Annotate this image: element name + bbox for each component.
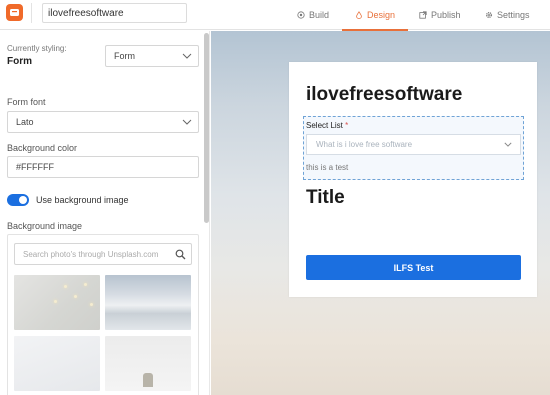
form-card: ilovefreesoftware Select List * What is … <box>289 62 537 297</box>
tab-design[interactable]: Design <box>341 0 409 31</box>
chevron-down-icon <box>182 119 192 125</box>
unsplash-photo-snow[interactable] <box>14 336 100 391</box>
unsplash-picker: Search photo's through Unsplash.com <box>7 234 199 395</box>
form-preview: ilovefreesoftware Select List * What is … <box>211 31 550 395</box>
background-color-value: #FFFFFF <box>16 162 54 172</box>
select-list-placeholder: What is i love free software <box>316 140 413 149</box>
tab-settings[interactable]: Settings <box>485 0 530 30</box>
app-logo-icon[interactable] <box>6 4 23 21</box>
use-background-image-label: Use background image <box>36 195 129 205</box>
unsplash-photo-desk[interactable] <box>105 336 191 391</box>
target-icon <box>297 11 305 19</box>
select-list-label: Select List * <box>306 121 349 130</box>
styling-target-value: Form <box>114 51 135 61</box>
chevron-down-icon <box>504 142 512 147</box>
panel-scrollbar[interactable] <box>204 33 209 223</box>
background-color-input[interactable]: #FFFFFF <box>7 156 199 178</box>
required-mark: * <box>345 121 349 130</box>
form-font-label: Form font <box>7 97 46 107</box>
form-name-input[interactable] <box>42 3 187 23</box>
chevron-down-icon <box>182 53 192 59</box>
top-bar: Build Design Publish Settings <box>0 0 550 31</box>
select-list-dropdown[interactable]: What is i love free software <box>306 134 521 155</box>
unsplash-photo-bokeh[interactable] <box>14 275 100 330</box>
unsplash-photo-clouds[interactable] <box>105 275 191 330</box>
form-title: ilovefreesoftware <box>306 84 463 105</box>
unsplash-search-input[interactable]: Search photo's through Unsplash.com <box>14 243 192 265</box>
tab-build[interactable]: Build <box>297 0 329 30</box>
tab-design-label: Design <box>367 10 396 20</box>
tab-build-label: Build <box>309 10 330 20</box>
background-image-label: Background image <box>7 221 83 231</box>
droplet-icon <box>356 11 362 19</box>
form-font-value: Lato <box>16 117 34 127</box>
currently-styling-value: Form <box>7 56 32 67</box>
background-color-label: Background color <box>7 143 78 153</box>
tab-publish[interactable]: Publish <box>419 0 461 30</box>
use-background-image-toggle[interactable] <box>7 194 29 206</box>
tab-publish-label: Publish <box>431 10 461 20</box>
submit-button[interactable]: ILFS Test <box>306 255 521 280</box>
gear-icon <box>485 11 493 19</box>
unsplash-search-placeholder: Search photo's through Unsplash.com <box>23 249 159 259</box>
tab-settings-label: Settings <box>497 10 530 20</box>
search-icon[interactable] <box>175 249 186 260</box>
select-help-text: this is a test <box>306 163 349 172</box>
divider <box>31 3 32 23</box>
currently-styling-label: Currently styling: <box>7 44 67 53</box>
form-font-select[interactable]: Lato <box>7 111 199 133</box>
design-panel: Currently styling: Form Form Form font L… <box>0 31 210 395</box>
external-link-icon <box>419 11 427 19</box>
title-heading: Title <box>306 187 345 208</box>
styling-target-select[interactable]: Form <box>105 45 199 67</box>
